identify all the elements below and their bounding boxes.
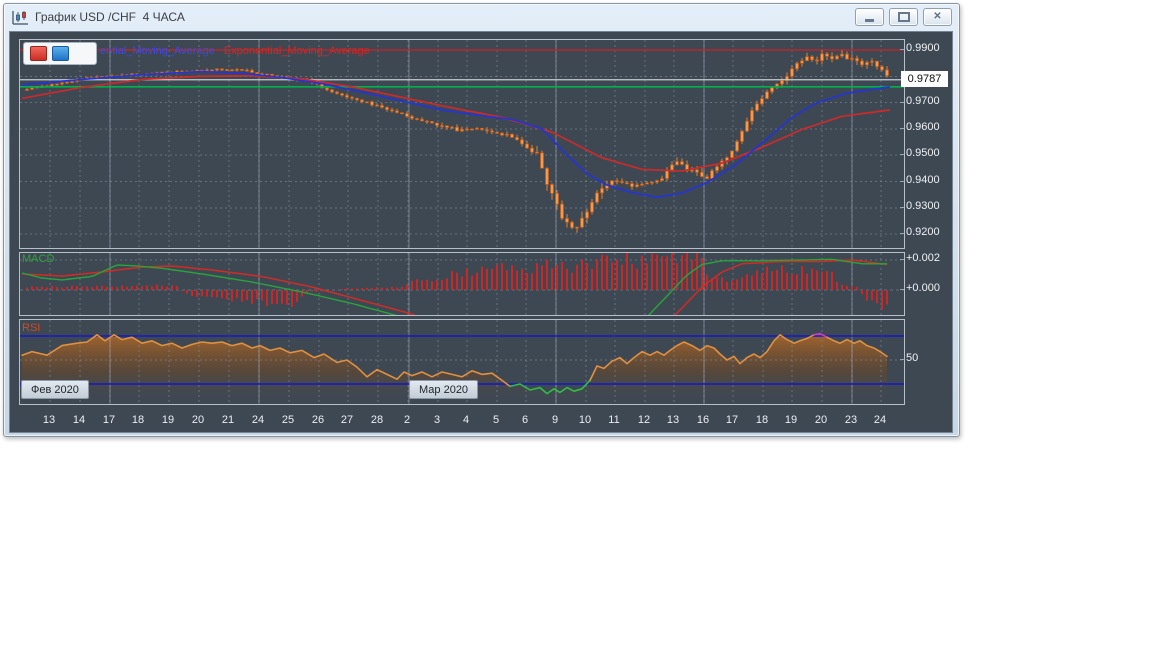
window-controls: ✕: [855, 8, 952, 26]
macd-chart-svg[interactable]: [20, 253, 904, 315]
macd-indicator-label: MACD: [22, 253, 55, 265]
time-axis-label: 18: [755, 414, 769, 426]
time-axis-label: 23: [844, 414, 858, 426]
time-axis-label: 26: [311, 414, 325, 426]
time-axis-label: 24: [251, 414, 265, 426]
close-icon: ✕: [933, 11, 942, 22]
candlestick-chart-icon: [12, 10, 28, 25]
date-marker-feb: Фев 2020: [21, 380, 89, 399]
time-axis-label: 9: [551, 414, 559, 426]
price-chart-svg[interactable]: [20, 40, 904, 248]
time-axis-label: 5: [492, 414, 500, 426]
time-axis-label: 12: [637, 414, 651, 426]
time-axis-label: 11: [608, 414, 620, 426]
time-axis-label: 20: [814, 414, 828, 426]
restore-icon: [897, 12, 910, 22]
legend-ema-slow-label: Exponential_Moving_Average: [223, 45, 370, 57]
close-button[interactable]: ✕: [923, 8, 952, 26]
indicator-toggle-blue-button[interactable]: [52, 46, 69, 61]
time-axis-label: 27: [340, 414, 354, 426]
date-marker-mar: Мар 2020: [409, 380, 479, 399]
time-axis-label: 6: [521, 414, 529, 426]
legend: ential_Moving_Average Exponential_Moving…: [100, 45, 370, 57]
minimize-icon: [865, 19, 874, 22]
indicator-buttons: [23, 42, 97, 65]
titlebar[interactable]: График USD /CHF 4 ЧАСА ✕: [4, 4, 959, 30]
window-title: График USD /CHF 4 ЧАСА: [35, 10, 185, 24]
rsi-indicator-label: RSI: [22, 322, 41, 334]
time-axis-label: 25: [281, 414, 295, 426]
restore-button[interactable]: [889, 8, 918, 26]
time-axis-label: 19: [784, 414, 798, 426]
time-axis-label: 13: [666, 414, 680, 426]
chart-window: График USD /CHF 4 ЧАСА ✕ ential_Moving_A…: [3, 3, 960, 437]
current-price-badge: 0.9787: [901, 71, 948, 87]
time-axis: 13 14 17 18 19 20 21 24 25 26 27 28 2 3 4 5 6 9 10 11 12 13 16…: [4, 409, 904, 431]
time-axis-label: 3: [433, 414, 441, 426]
time-axis-label: 2: [403, 414, 411, 426]
ema-fast-line: [21, 70, 891, 198]
legend-ema-fast-label: ential_Moving_Average: [100, 45, 215, 57]
time-axis-label: 10: [578, 414, 592, 426]
macd-histogram: [26, 253, 888, 310]
time-axis-label: 28: [370, 414, 384, 426]
time-axis-label: 17: [102, 414, 116, 426]
time-axis-label: 4: [462, 414, 470, 426]
time-axis-label: 20: [191, 414, 205, 426]
time-axis-label: 19: [161, 414, 175, 426]
macd-panel[interactable]: [19, 252, 905, 316]
time-axis-label: 18: [131, 414, 145, 426]
ema-slow-line: [21, 74, 891, 172]
time-axis-label: 14: [72, 414, 86, 426]
time-axis-label: 13: [42, 414, 56, 426]
price-panel[interactable]: [19, 39, 905, 249]
candlesticks: [25, 49, 889, 233]
time-axis-label: 17: [725, 414, 739, 426]
minimize-button[interactable]: [855, 8, 884, 26]
time-axis-label: 16: [696, 414, 710, 426]
time-axis-label: 21: [221, 414, 235, 426]
indicator-toggle-red-button[interactable]: [30, 46, 47, 61]
time-axis-label: 24: [873, 414, 887, 426]
